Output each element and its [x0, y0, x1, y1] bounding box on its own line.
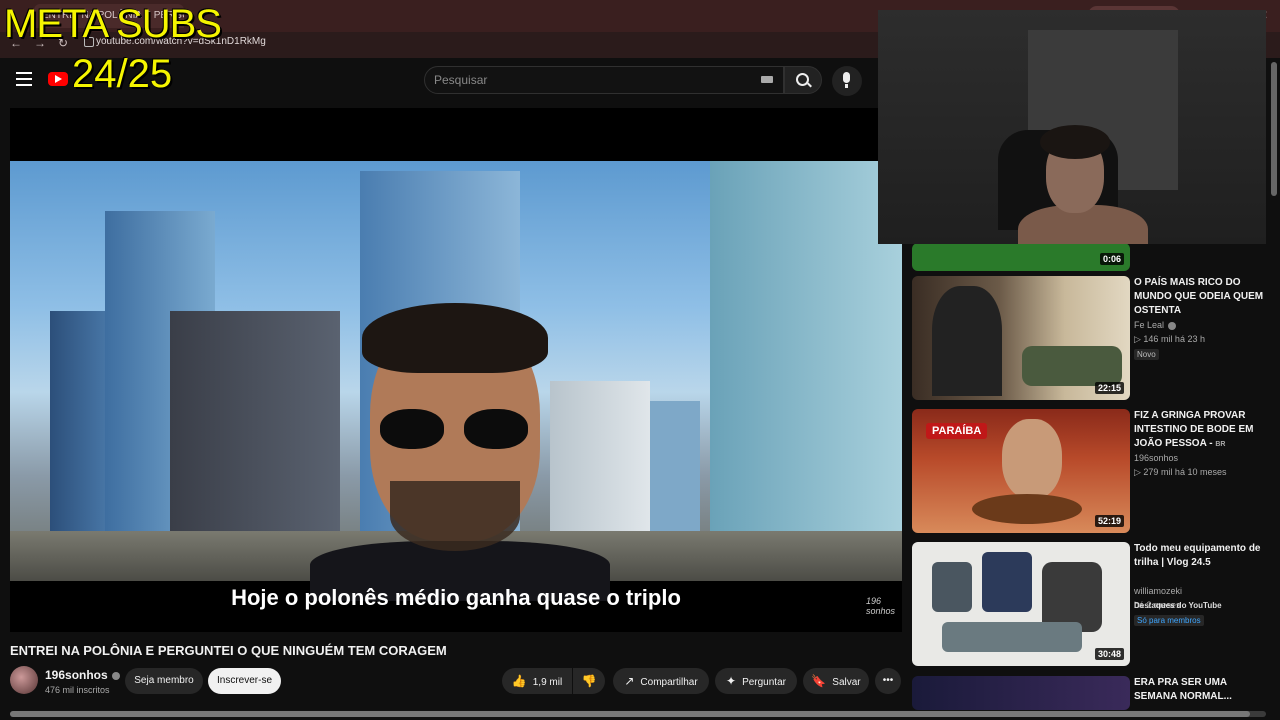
- video-subtitle: Hoje o polonês médio ganha quase o tripl…: [231, 585, 681, 610]
- share-button[interactable]: ↗ Compartilhar: [613, 668, 709, 694]
- save-button[interactable]: 🔖 Salvar: [803, 668, 869, 694]
- subscriber-count: 476 mil inscritos: [45, 685, 110, 695]
- members-only-badge: Só para membros: [1134, 615, 1204, 626]
- recommendation-item[interactable]: ERA PRA SER UMA SEMANA NORMAL...: [912, 676, 1272, 710]
- duration-badge: 30:48: [1094, 648, 1124, 660]
- overlay-goal-count: 24/25: [72, 52, 173, 96]
- more-actions-button[interactable]: •••: [875, 668, 901, 694]
- keyboard-icon[interactable]: [761, 76, 773, 83]
- video-player[interactable]: Hoje o polonês médio ganha quase o tripl…: [10, 108, 902, 632]
- recommendation-item[interactable]: 0:06: [912, 243, 1272, 273]
- horizontal-scrollbar[interactable]: [10, 711, 1266, 717]
- share-icon: ↗: [624, 674, 635, 688]
- search-icon: [796, 73, 809, 86]
- video-title: ENTREI NA POLÔNIA E PERGUNTEI O QUE NING…: [10, 643, 447, 658]
- thumbs-down-icon: 👎: [581, 674, 597, 688]
- channel-name[interactable]: 196sonhos: [45, 668, 120, 682]
- recommendation-title[interactable]: FIZ A GRINGA PROVAR INTESTINO DE BODE EM…: [1134, 409, 1268, 452]
- recommendation-title[interactable]: Todo meu equipamento de trilha | Vlog 24…: [1134, 542, 1268, 570]
- like-button[interactable]: 👍 1,9 mil: [502, 668, 572, 694]
- recommendation-item[interactable]: 30:48 Todo meu equipamento de trilha | V…: [912, 542, 1272, 670]
- youtube-logo-icon[interactable]: [48, 72, 68, 86]
- video-thumbnail[interactable]: 30:48: [912, 542, 1130, 666]
- search-placeholder: Pesquisar: [434, 73, 488, 87]
- recommendation-channel[interactable]: williamozeki: [1134, 586, 1182, 596]
- bookmark-icon: 🔖: [811, 674, 827, 688]
- channel-watermark: 196 sonhos: [866, 596, 896, 616]
- video-thumbnail[interactable]: 22:15: [912, 276, 1130, 400]
- recommendation-meta: ▷ 279 mil há 10 meses: [1134, 467, 1227, 477]
- microphone-icon: [843, 72, 850, 88]
- thumbnail-text: PARAÍBA: [926, 423, 988, 439]
- video-thumbnail[interactable]: 0:06: [912, 243, 1130, 271]
- recommendation-title[interactable]: ERA PRA SER UMA SEMANA NORMAL...: [1134, 676, 1268, 704]
- join-button[interactable]: Seja membro: [125, 668, 203, 694]
- recommendation-channel[interactable]: 196sonhos: [1134, 453, 1178, 463]
- verified-icon: [1168, 321, 1177, 330]
- channel-avatar[interactable]: [10, 666, 38, 694]
- duration-badge: 22:15: [1094, 382, 1124, 394]
- video-thumbnail[interactable]: [912, 676, 1130, 710]
- hamburger-menu-icon[interactable]: [16, 72, 32, 86]
- duration-badge: 52:19: [1094, 515, 1124, 527]
- duration-badge: 0:06: [1099, 253, 1124, 265]
- recommendation-item[interactable]: 22:15 O PAÍS MAIS RICO DO MUNDO QUE ODEI…: [912, 276, 1272, 404]
- vertical-scrollbar[interactable]: [1271, 62, 1277, 196]
- highlights-badge: Destaques do YouTube: [1134, 601, 1222, 610]
- webcam-overlay: [878, 10, 1266, 244]
- recommendation-channel[interactable]: Fe Leal: [1134, 320, 1177, 330]
- overlay-goal-title: META SUBS: [4, 2, 222, 46]
- video-thumbnail[interactable]: PARAÍBA 52:19: [912, 409, 1130, 533]
- dislike-button[interactable]: 👎: [573, 668, 605, 694]
- verified-icon: [111, 671, 120, 680]
- recommendation-title[interactable]: O PAÍS MAIS RICO DO MUNDO QUE ODEIA QUEM…: [1134, 276, 1268, 318]
- recommendation-meta: ▷ 146 mil há 23 h: [1134, 334, 1205, 344]
- video-frame: [10, 161, 902, 601]
- recommendation-item[interactable]: PARAÍBA 52:19 FIZ A GRINGA PROVAR INTEST…: [912, 409, 1272, 537]
- sparkle-icon: ✦: [726, 674, 737, 688]
- new-badge: Novo: [1134, 349, 1159, 360]
- thumbs-up-icon: 👍: [511, 674, 527, 688]
- subscribe-button[interactable]: Inscrever-se: [208, 668, 281, 694]
- ask-button[interactable]: ✦ Perguntar: [715, 668, 797, 694]
